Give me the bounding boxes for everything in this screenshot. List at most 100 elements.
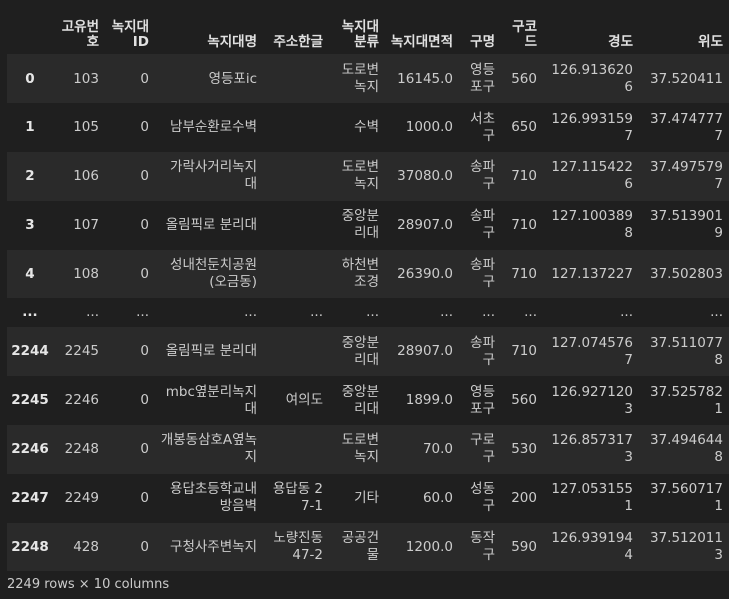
table-row: 2248 428 0 구청사주변녹지 노량진동 47-2 공공건물 1200.0 동작구 590… (7, 522, 729, 572)
table-cell: 26390.0 (397, 265, 453, 282)
table-cell: 영등포구 (470, 383, 495, 417)
table-cell: 37.5110778 (649, 334, 723, 368)
table-cell: 성동구 (470, 481, 495, 515)
table-cell: 1200.0 (405, 538, 453, 555)
table-cell: 서초구 (470, 110, 495, 144)
table-cell: 1899.0 (405, 392, 453, 409)
table-cell: 560 (511, 392, 537, 409)
table-cell: 200 (511, 489, 537, 506)
table-cell: 28907.0 (397, 216, 453, 233)
col-header: 녹지대명 (155, 0, 263, 55)
row-index: 4 (25, 265, 35, 282)
table-cell (263, 327, 329, 376)
table-cell: 37080.0 (397, 167, 453, 184)
table-cell: ... (366, 304, 379, 321)
row-index: 3 (25, 216, 35, 233)
table-row: ................................. (7, 298, 729, 328)
table-cell: 중앙분리대 (341, 334, 379, 368)
row-index: ... (22, 304, 38, 321)
col-header: 고유번호 (55, 0, 105, 55)
table-cell: 37.4975797 (649, 159, 723, 193)
table-cell: 1000.0 (405, 119, 453, 136)
table-cell: 노량진동 47-2 (273, 530, 323, 564)
table-cell: 70.0 (422, 440, 453, 457)
table-cell: 16145.0 (397, 70, 453, 87)
col-header: 위도 (639, 0, 729, 55)
table-cell: 동작구 (470, 530, 495, 564)
table-cell: 0 (140, 489, 149, 506)
table-cell: 0 (140, 440, 149, 457)
col-header: 구코드 (501, 0, 543, 55)
table-cell: 용답동 27-1 (272, 481, 323, 515)
table-row: 3 107 0 올림픽로 분리대 중앙분리대 28907.0 송파구 710 127.10038… (7, 200, 729, 250)
table-row: 0 103 0 영등포ic 도로변녹지 16145.0 영등포구 560 126.9136206… (7, 54, 729, 104)
col-header: 녹지대분류 (329, 0, 385, 55)
table-cell: 도로변녹지 (341, 432, 379, 466)
table-cell: 126.8573173 (551, 432, 633, 466)
table-cell (263, 250, 329, 299)
table-row: 4 108 0 성내천둔치공원(오금동) 하천변조경 26390.0 송파구 710 127.1… (7, 249, 729, 299)
table-row: 2247 2249 0 용답초등학교내 방음벽 용답동 27-1 기타 60.0 성동구 200… (7, 473, 729, 523)
table-cell: 106 (73, 167, 99, 184)
table-cell: 용답초등학교내 방음벽 (170, 481, 257, 515)
col-header: 녹지대ID (105, 0, 155, 55)
table-cell: 송파구 (470, 334, 495, 368)
table-cell: 0 (140, 119, 149, 136)
table-cell: 2245 (64, 343, 99, 360)
table-cell: 126.9271203 (551, 383, 633, 417)
col-header: 경도 (543, 0, 639, 55)
table-cell (263, 55, 329, 104)
table-cell: 공공건물 (341, 530, 379, 564)
table-cell: 올림픽로 분리대 (165, 216, 257, 233)
header-row: 고유번호 녹지대ID 녹지대명 주소한글 녹지대분류 녹지대면적 구명 구코드 … (7, 0, 729, 55)
row-index: 2245 (11, 392, 49, 409)
table-cell: 0 (140, 167, 149, 184)
table-cell: 기타 (354, 489, 379, 506)
table-row: 2 106 0 가락사거리녹지대 도로변녹지 37080.0 송파구 710 127.11542… (7, 152, 729, 201)
table-cell: 송파구 (470, 208, 495, 242)
table-cell: 650 (511, 119, 537, 136)
table-cell: 도로변녹지 (341, 159, 379, 193)
table-cell: ... (310, 304, 323, 321)
table-cell: 영등포구 (470, 62, 495, 96)
table-cell: 37.5257821 (649, 383, 723, 417)
dataframe-table: 고유번호 녹지대ID 녹지대명 주소한글 녹지대분류 녹지대면적 구명 구코드 … (7, 0, 729, 572)
row-index: 2244 (11, 343, 49, 360)
table-cell: 0 (140, 538, 149, 555)
table-cell: 37.5120113 (649, 530, 723, 564)
table-cell: 28907.0 (397, 343, 453, 360)
table-row: 2244 2245 0 올림픽로 분리대 중앙분리대 28907.0 송파구 710 127.0… (7, 327, 729, 377)
table-cell: 송파구 (470, 159, 495, 193)
col-header (7, 0, 55, 55)
table-cell: 710 (511, 265, 537, 282)
table-cell: 중앙분리대 (341, 208, 379, 242)
table-cell: 성내천둔치공원(오금동) (170, 257, 257, 291)
table-cell (263, 201, 329, 250)
table-cell: 가락사거리녹지대 (170, 159, 257, 193)
table-cell: 0 (140, 265, 149, 282)
table-cell: 구청사주변녹지 (170, 538, 257, 555)
row-index: 2248 (11, 538, 49, 555)
col-header: 구명 (459, 0, 501, 55)
table-cell: 37.4747777 (649, 110, 723, 144)
table-cell: 37.5139019 (649, 208, 723, 242)
table-cell: 126.9391944 (551, 530, 633, 564)
row-index: 2246 (11, 440, 49, 457)
row-index: 1 (25, 119, 35, 136)
table-cell: ... (86, 304, 99, 321)
table-cell: 127.1154226 (551, 159, 633, 193)
table-cell: 0 (140, 216, 149, 233)
table-cell: ... (620, 304, 633, 321)
table-cell: ... (244, 304, 257, 321)
table-cell: 하천변조경 (341, 257, 379, 291)
table-cell: ... (440, 304, 453, 321)
table-cell: 126.9136206 (551, 62, 633, 96)
table-cell: 105 (73, 119, 99, 136)
table-cell: 도로변녹지 (341, 62, 379, 96)
table-cell: 127.0745767 (551, 334, 633, 368)
row-count-footer: 2249 rows × 10 columns (7, 577, 170, 592)
table-cell: 올림픽로 분리대 (165, 343, 257, 360)
table-cell: 2246 (64, 392, 99, 409)
table-row: 2245 2246 0 mbc옆분리녹지대 여의도 중앙분리대 1899.0 영등포구 560 1… (7, 376, 729, 426)
row-index: 0 (25, 70, 35, 87)
